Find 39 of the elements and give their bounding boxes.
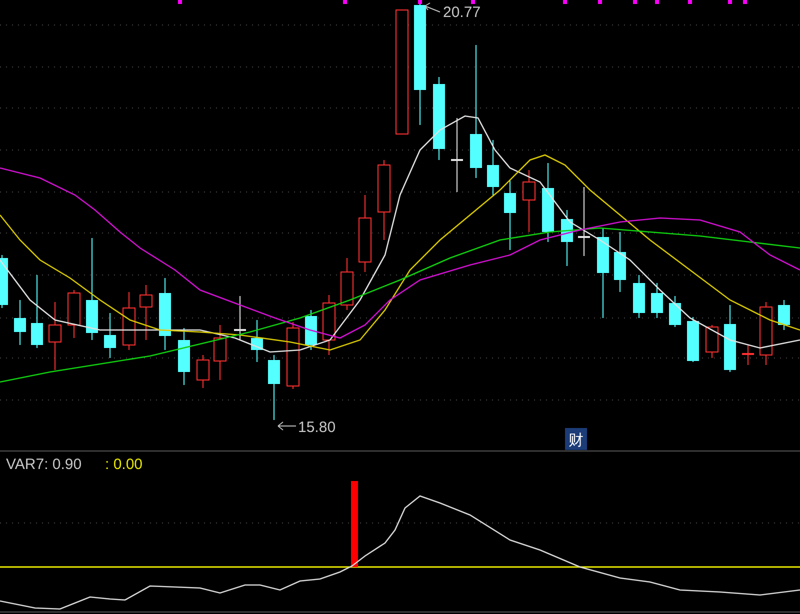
candlestick (487, 140, 499, 196)
candlestick (522, 170, 536, 232)
signal-value: : 0.00 (105, 456, 143, 473)
indicator-value: VAR7: 0.90 (6, 456, 82, 473)
candlestick (140, 284, 152, 340)
candlestick (48, 302, 62, 370)
candlestick (214, 324, 226, 380)
candlestick (251, 320, 263, 362)
candlestick (68, 290, 80, 338)
high-arrow-icon (424, 2, 440, 12)
candlestick (633, 274, 645, 318)
candlestick (305, 310, 317, 350)
candlestick (104, 312, 116, 358)
low-price-label: 15.80 (298, 419, 336, 436)
candlestick (614, 232, 626, 292)
candlestick (651, 282, 663, 318)
candlestick (669, 296, 681, 328)
candlestick (322, 294, 336, 356)
candlestick (14, 300, 26, 346)
candlestick (706, 324, 718, 358)
finance-badge[interactable]: 财 (565, 428, 587, 450)
candlestick (234, 296, 246, 340)
candlestick (578, 186, 590, 256)
candlestick (286, 322, 300, 390)
candlestick (742, 344, 754, 366)
candlestick (504, 180, 516, 250)
candlestick (268, 354, 280, 420)
high-price-label: 20.77 (443, 4, 481, 21)
low-arrow-icon (278, 422, 296, 430)
candlestick (0, 254, 8, 308)
candlestick (196, 354, 210, 388)
candlestick (760, 302, 772, 366)
candlestick (687, 316, 699, 362)
candlestick (122, 292, 136, 350)
candlestick (340, 258, 354, 310)
candlestick (561, 210, 573, 266)
candlestick (778, 300, 790, 330)
candlestick (724, 304, 736, 372)
candlestick (178, 328, 190, 386)
